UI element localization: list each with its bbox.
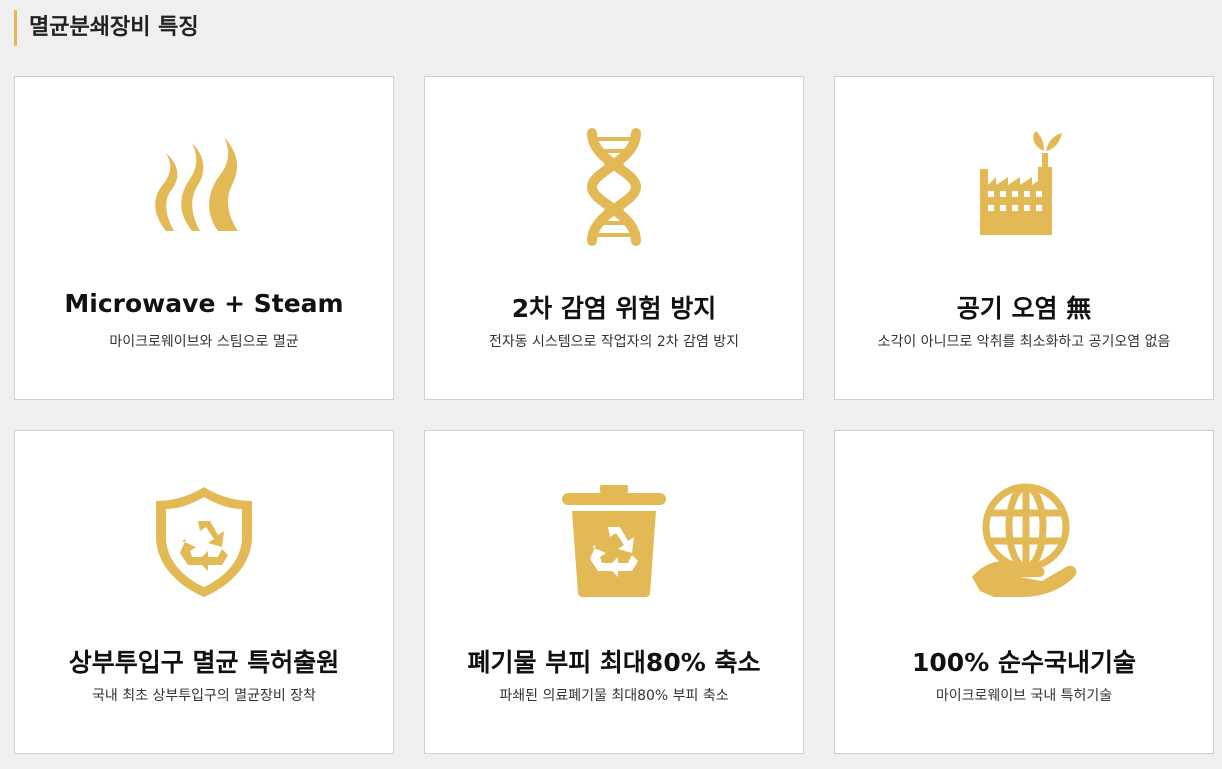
- feature-title: Microwave + Steam: [64, 289, 344, 318]
- feature-desc: 파쇄된 의료폐기물 최대80% 부피 축소: [499, 688, 729, 704]
- dna-icon: [554, 127, 674, 247]
- feature-desc: 마이크로웨이브와 스팀으로 멸균: [109, 334, 299, 350]
- feature-desc: 마이크로웨이브 국내 특허기술: [935, 688, 1113, 704]
- feature-title: 상부투입구 멸균 특허출원: [68, 648, 340, 677]
- eco-factory-icon: [964, 127, 1084, 247]
- feature-desc: 국내 최초 상부투입구의 멸균장비 장착: [92, 688, 316, 704]
- feature-title: 100% 순수국내기술: [912, 648, 1136, 677]
- globe-hand-icon: [964, 481, 1084, 601]
- feature-card-top-inlet-patent: 상부투입구 멸균 특허출원 국내 최초 상부투입구의 멸균장비 장착: [14, 430, 394, 754]
- steam-icon: [144, 127, 264, 247]
- feature-card-domestic-technology: 100% 순수국내기술 마이크로웨이브 국내 특허기술: [834, 430, 1214, 754]
- feature-title: 폐기물 부피 최대80% 축소: [467, 648, 761, 677]
- recycle-shield-icon: [144, 481, 264, 601]
- feature-card-infection-prevention: 2차 감염 위험 방지 전자동 시스템으로 작업자의 2차 감염 방지: [424, 76, 804, 400]
- feature-title: 공기 오염 無: [956, 294, 1092, 323]
- feature-card-volume-reduction: 폐기물 부피 최대80% 축소 파쇄된 의료폐기물 최대80% 부피 축소: [424, 430, 804, 754]
- feature-title: 2차 감염 위험 방지: [511, 294, 717, 323]
- feature-grid: Microwave + Steam 마이크로웨이브와 스팀으로 멸균 2차 감염…: [14, 76, 1214, 754]
- feature-card-no-air-pollution: 공기 오염 無 소각이 아니므로 악취를 최소화하고 공기오염 없음: [834, 76, 1214, 400]
- feature-card-microwave-steam: Microwave + Steam 마이크로웨이브와 스팀으로 멸균: [14, 76, 394, 400]
- feature-desc: 소각이 아니므로 악취를 최소화하고 공기오염 없음: [877, 334, 1171, 350]
- recycle-bin-icon: [554, 481, 674, 601]
- section-title: 멸균분쇄장비 특징: [14, 10, 199, 46]
- feature-desc: 전자동 시스템으로 작업자의 2차 감염 방지: [488, 334, 740, 350]
